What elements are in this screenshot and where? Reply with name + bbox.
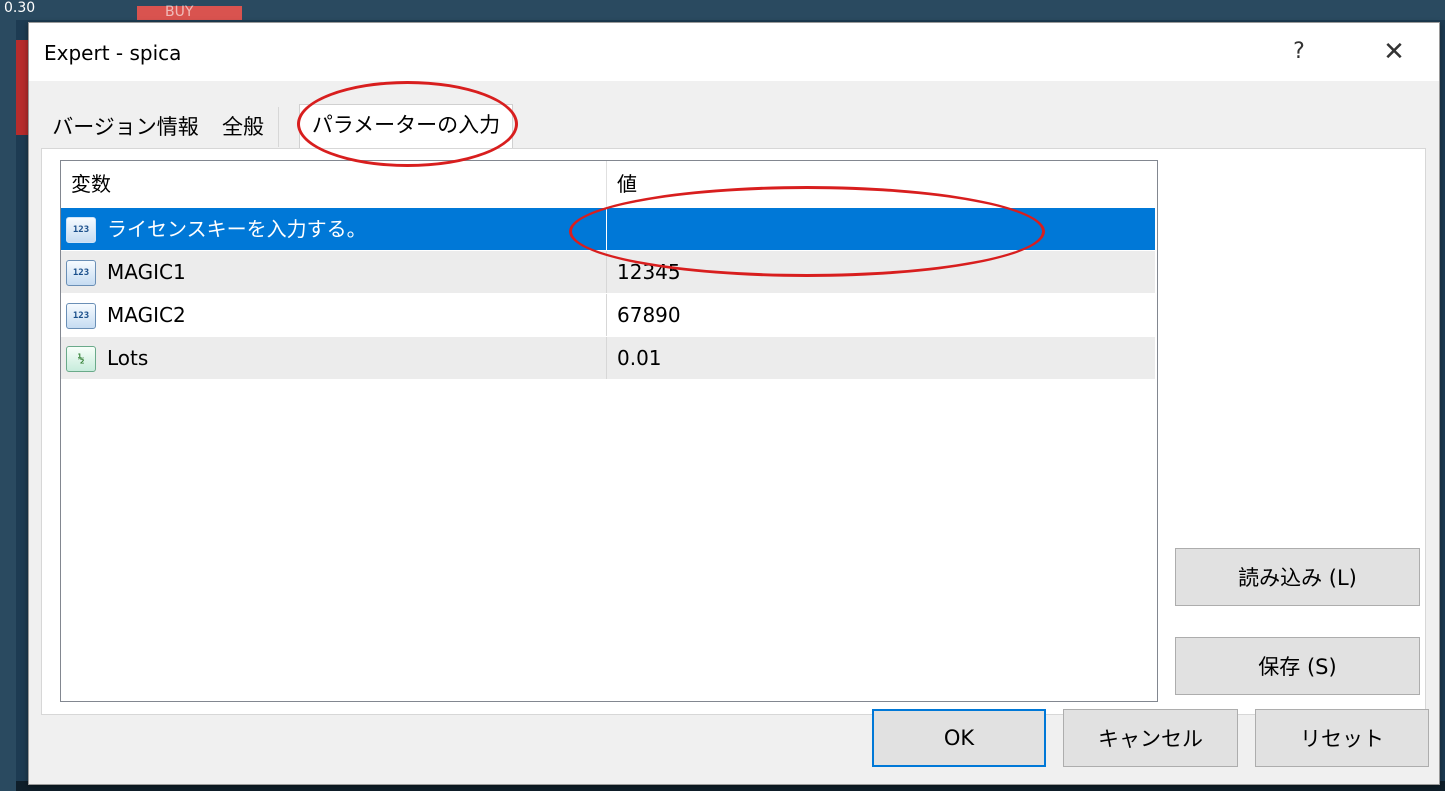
table-row[interactable]: ½ Lots 0.01 (61, 336, 1155, 379)
column-header-value[interactable]: 値 (607, 161, 1155, 207)
row-value-input[interactable]: 0.01 (607, 337, 1155, 379)
tab-general[interactable]: 全般 (208, 107, 279, 147)
expert-properties-dialog: Expert - spica ? ✕ バージョン情報 全般 パラメーターの入力 … (28, 22, 1440, 785)
row-value-input[interactable]: 12345 (607, 251, 1155, 293)
table-header: 変数 値 (61, 161, 1155, 207)
dialog-titlebar[interactable]: Expert - spica ? ✕ (29, 23, 1439, 81)
table-row[interactable]: 123 ライセンスキーを入力する。 (61, 207, 1155, 250)
row-variable-name: MAGIC2 (61, 294, 607, 336)
background-price-text: 0.30 (4, 0, 36, 16)
save-button[interactable]: 保存 (S) (1175, 637, 1420, 695)
close-button[interactable]: ✕ (1374, 35, 1414, 69)
row-variable-name: Lots (61, 337, 607, 379)
background-chart-left (0, 20, 16, 791)
ok-button[interactable]: OK (872, 709, 1046, 767)
row-variable-name: ライセンスキーを入力する。 (61, 208, 607, 250)
row-value-input[interactable] (607, 208, 1155, 250)
tab-version-info[interactable]: バージョン情報 (43, 107, 209, 147)
column-header-variable[interactable]: 変数 (61, 161, 607, 207)
background-buy-label: BUY (165, 4, 194, 20)
background-buy-button: BUY (137, 4, 242, 20)
parameters-table: 変数 値 123 ライセンスキーを入力する。 123 MAGIC1 12345 … (60, 160, 1158, 702)
row-variable-name: MAGIC1 (61, 251, 607, 293)
row-value-input[interactable]: 67890 (607, 294, 1155, 336)
cancel-button[interactable]: キャンセル (1063, 709, 1238, 767)
help-button[interactable]: ? (1284, 37, 1314, 67)
background-chart-strip: 0.30 BUY (0, 0, 1445, 20)
table-row[interactable]: 123 MAGIC1 12345 (61, 250, 1155, 293)
background-chart-bar (16, 40, 28, 135)
dialog-title: Expert - spica (44, 41, 182, 65)
reset-button[interactable]: リセット (1255, 709, 1429, 767)
table-row[interactable]: 123 MAGIC2 67890 (61, 293, 1155, 336)
load-button[interactable]: 読み込み (L) (1175, 548, 1420, 606)
tab-input-parameters[interactable]: パラメーターの入力 (299, 104, 513, 150)
